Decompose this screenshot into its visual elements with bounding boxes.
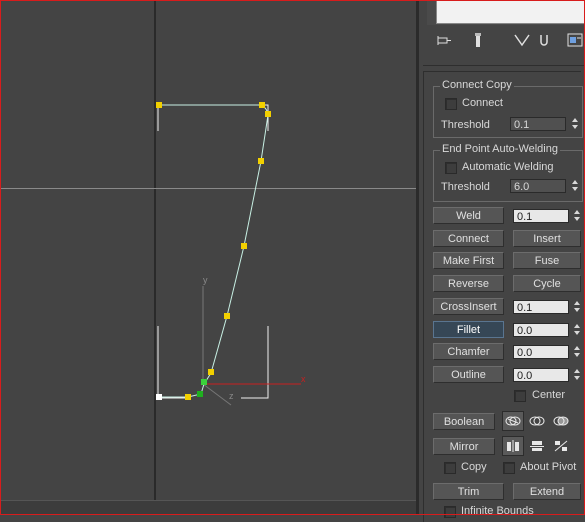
chamfer-value-field[interactable]: 0.0 bbox=[513, 345, 569, 359]
fuse-button[interactable]: Fuse bbox=[513, 252, 581, 269]
boolean-subtraction-icon[interactable] bbox=[526, 411, 548, 431]
automatic-welding-checkbox[interactable] bbox=[445, 162, 457, 174]
about-pivot-label: About Pivot bbox=[520, 461, 577, 473]
gizmo-z-axis bbox=[202, 383, 232, 406]
chamfer-button[interactable]: Chamfer bbox=[433, 343, 504, 360]
vertex-handle bbox=[241, 243, 247, 249]
mirror-button[interactable]: Mirror bbox=[433, 438, 495, 455]
infinite-bounds-label: Infinite Bounds bbox=[461, 505, 534, 517]
threshold-label: Threshold bbox=[441, 181, 490, 193]
command-panel: Connect Copy Connect Threshold 0.1 End P… bbox=[419, 1, 585, 522]
mirror-both-icon[interactable] bbox=[550, 436, 572, 456]
separator bbox=[423, 65, 584, 66]
modifier-stack-toolbar bbox=[427, 29, 584, 55]
connect-button[interactable]: Connect bbox=[433, 230, 504, 247]
connect-threshold-field[interactable]: 0.1 bbox=[510, 117, 566, 131]
configure-modifier-sets-icon[interactable] bbox=[564, 29, 585, 51]
boolean-intersection-icon[interactable] bbox=[550, 411, 572, 431]
boolean-button[interactable]: Boolean bbox=[433, 413, 495, 430]
viewport[interactable]: y x z bbox=[1, 1, 416, 500]
modifier-stack-box[interactable] bbox=[436, 1, 585, 24]
about-pivot-checkbox[interactable] bbox=[503, 462, 515, 474]
gizmo-y-label: y bbox=[203, 275, 208, 285]
pin-icon[interactable] bbox=[433, 29, 455, 51]
crossinsert-button[interactable]: CrossInsert bbox=[433, 298, 504, 315]
extend-button[interactable]: Extend bbox=[513, 483, 581, 500]
mirror-vertical-icon[interactable] bbox=[526, 436, 548, 456]
connect-threshold-spinner[interactable] bbox=[571, 117, 580, 131]
connect-copy-title: Connect Copy bbox=[440, 79, 514, 91]
welding-threshold-field[interactable]: 6.0 bbox=[510, 179, 566, 193]
weld-spinner[interactable] bbox=[573, 209, 582, 223]
weld-value-field[interactable]: 0.1 bbox=[513, 209, 569, 223]
vertex-handle bbox=[258, 158, 264, 164]
make-unique-icon[interactable] bbox=[533, 29, 555, 51]
infinite-bounds-checkbox[interactable] bbox=[444, 506, 456, 518]
end-point-welding-title: End Point Auto-Welding bbox=[440, 143, 560, 155]
automatic-welding-label: Automatic Welding bbox=[462, 161, 554, 173]
fillet-value-field[interactable]: 0.0 bbox=[513, 323, 569, 337]
connect-label: Connect bbox=[462, 97, 503, 109]
fillet-spinner[interactable] bbox=[573, 323, 582, 337]
copy-checkbox[interactable] bbox=[444, 462, 456, 474]
spline-vertices bbox=[156, 102, 271, 400]
viewport-status-strip bbox=[1, 500, 416, 515]
gizmo-x-label: x bbox=[301, 374, 306, 384]
geometry-rollout: Connect Copy Connect Threshold 0.1 End P… bbox=[423, 71, 583, 522]
vertex-handle bbox=[185, 394, 191, 400]
vertex-handle bbox=[259, 102, 265, 108]
selection-bracket-corners bbox=[157, 104, 269, 399]
welding-threshold-spinner[interactable] bbox=[571, 179, 580, 193]
vertex-handle bbox=[224, 313, 230, 319]
vertex-handle bbox=[156, 102, 162, 108]
first-vertex-handle bbox=[156, 394, 162, 400]
trim-button[interactable]: Trim bbox=[433, 483, 504, 500]
modifier-list-area bbox=[427, 1, 585, 25]
end-point-welding-group: End Point Auto-Welding Automatic Welding… bbox=[433, 143, 583, 202]
spline-shape bbox=[159, 104, 269, 398]
gizmo-z-label: z bbox=[229, 391, 234, 401]
crossinsert-spinner[interactable] bbox=[573, 300, 582, 314]
cycle-button[interactable]: Cycle bbox=[513, 275, 581, 292]
copy-label: Copy bbox=[461, 461, 487, 473]
connect-checkbox[interactable] bbox=[445, 98, 457, 110]
reverse-button[interactable]: Reverse bbox=[433, 275, 504, 292]
crossinsert-value-field[interactable]: 0.1 bbox=[513, 300, 569, 314]
outline-button[interactable]: Outline bbox=[433, 366, 504, 383]
mirror-horizontal-icon[interactable] bbox=[502, 436, 524, 456]
vertex-handle bbox=[208, 369, 214, 375]
make-first-button[interactable]: Make First bbox=[433, 252, 504, 269]
center-label: Center bbox=[532, 389, 566, 401]
selected-vertex-handle bbox=[197, 391, 203, 397]
threshold-label: Threshold bbox=[441, 119, 490, 131]
connect-copy-group: Connect Copy Connect Threshold 0.1 bbox=[433, 79, 583, 138]
vertex-handle bbox=[265, 111, 271, 117]
boolean-union-icon[interactable] bbox=[502, 411, 524, 431]
weld-button[interactable]: Weld bbox=[433, 207, 504, 224]
modifier-stack-icon[interactable] bbox=[467, 29, 489, 51]
chamfer-spinner[interactable] bbox=[573, 345, 582, 359]
insert-button[interactable]: Insert bbox=[513, 230, 581, 247]
outline-value-field[interactable]: 0.0 bbox=[513, 368, 569, 382]
viewport-canvas[interactable]: y x z bbox=[1, 1, 416, 500]
selected-vertex-handle bbox=[201, 379, 207, 385]
fillet-button[interactable]: Fillet bbox=[433, 321, 504, 338]
center-checkbox[interactable] bbox=[514, 390, 526, 402]
show-end-result-icon[interactable] bbox=[511, 29, 533, 51]
outline-spinner[interactable] bbox=[573, 368, 582, 382]
